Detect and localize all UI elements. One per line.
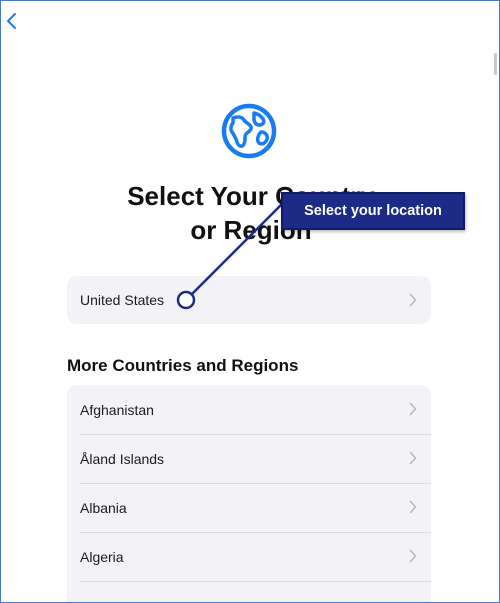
back-button[interactable] [4,11,20,31]
chevron-right-icon [409,402,417,416]
chevron-left-icon [7,13,16,29]
country-label: Afghanistan [80,401,154,418]
country-row-united-states[interactable]: United States [67,276,431,324]
suggested-country-card: United States [67,276,431,324]
setup-screen: Select Your Country or Region United Sta… [0,0,500,603]
country-row-aland-islands[interactable]: Åland Islands [67,434,431,483]
chevron-right-icon [409,293,417,307]
country-row-albania[interactable]: Albania [67,483,431,532]
country-row-partial[interactable] [67,581,431,602]
country-row-algeria[interactable]: Algeria [67,532,431,581]
chevron-right-icon [409,549,417,563]
country-label: Algeria [80,548,124,565]
country-label: United States [80,292,165,308]
globe-icon [219,101,279,161]
section-heading: More Countries and Regions [67,356,299,375]
country-row-afghanistan[interactable]: Afghanistan [67,385,431,434]
country-label: Albania [80,499,127,516]
scrollbar[interactable] [494,53,497,75]
country-list: Afghanistan Åland Islands Albania Algeri… [67,385,431,602]
callout-annotation: Select your location [281,192,465,230]
chevron-right-icon [409,500,417,514]
country-label: Åland Islands [80,450,165,467]
chevron-right-icon [409,451,417,465]
